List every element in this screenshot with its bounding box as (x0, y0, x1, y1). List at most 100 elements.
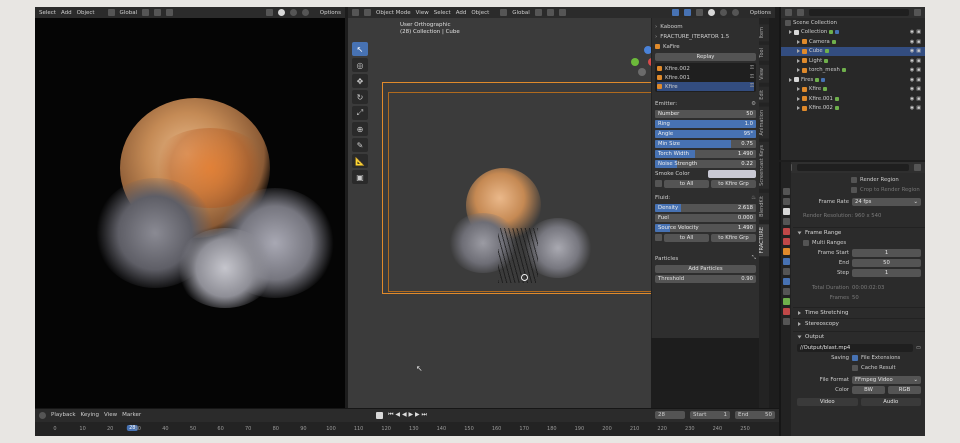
view-menu-timeline[interactable]: View (104, 412, 117, 418)
shading-material-icon[interactable] (289, 9, 297, 16)
record-icon[interactable] (376, 411, 384, 419)
expand-icon[interactable] (797, 231, 802, 235)
list-item[interactable]: Kfire.001 ⚿ (657, 73, 754, 82)
modifier-tab-icon[interactable] (782, 258, 790, 265)
outliner-editor-icon[interactable] (785, 9, 792, 16)
tab-tool[interactable]: Tool (759, 45, 769, 62)
visibility-eye-icon[interactable]: ◉ (910, 58, 914, 64)
fluid-slider-0[interactable]: Density 2.618 (655, 203, 756, 212)
scene-collection-row[interactable]: Scene Collection (781, 18, 925, 28)
tab-view[interactable]: View (759, 65, 769, 83)
tab-edit[interactable]: Edit (759, 86, 769, 103)
render-visibility-icon[interactable]: ▣ (916, 39, 921, 45)
outliner-item[interactable]: Light ◉ ▣ (781, 56, 925, 66)
menu-object-mid[interactable]: Object (471, 10, 489, 16)
xray-icon[interactable] (695, 9, 703, 16)
menu-select[interactable]: Select (39, 10, 56, 16)
scale-tool-icon[interactable]: ⤢ (352, 106, 368, 120)
add-particles-button[interactable]: Add Particles (655, 264, 756, 273)
overlay-toggle-icon[interactable] (683, 9, 691, 16)
snap-icon-mid[interactable] (546, 9, 554, 16)
data-icon[interactable] (831, 39, 836, 44)
material-tab-icon[interactable] (782, 308, 790, 315)
particles-tab-icon[interactable] (782, 268, 790, 275)
proportional-edit-icon[interactable] (166, 9, 174, 16)
render-visibility-icon[interactable]: ▣ (916, 96, 921, 102)
render-tab-icon[interactable] (782, 198, 790, 205)
crop-checkbox[interactable] (851, 187, 857, 193)
list-item[interactable]: Kfire.002 ⚿ (657, 64, 754, 73)
render-region-checkbox[interactable] (851, 177, 857, 183)
fluid-to-all-button[interactable]: to All (664, 233, 709, 242)
expand-icon[interactable] (797, 335, 802, 339)
collapse-icon[interactable]: › (655, 34, 657, 40)
smoke-color-swatch[interactable] (707, 169, 756, 178)
replay-button[interactable]: Replay (655, 52, 756, 61)
tab-blendkit[interactable]: BlendKit (759, 193, 769, 220)
keying-menu[interactable]: Keying (81, 412, 99, 418)
menu-select-mid[interactable]: Select (434, 10, 451, 16)
shading-rendered-icon[interactable] (301, 9, 309, 16)
add-cube-tool-icon[interactable]: ▣ (352, 170, 368, 184)
lock-icon[interactable]: ⚿ (750, 65, 754, 72)
data-icon[interactable] (834, 96, 839, 101)
emitter-settings-icon[interactable]: ⚙ (751, 101, 756, 107)
render-visibility-icon[interactable]: ▣ (916, 58, 921, 64)
outliner-item[interactable]: Kfire.002 ◉ ▣ (781, 104, 925, 114)
data-tab-icon[interactable] (782, 298, 790, 305)
visibility-eye-icon[interactable]: ◉ (910, 48, 914, 54)
frame-range-section[interactable]: Frame Range (805, 230, 841, 236)
emitter-slider-3[interactable]: Min Size 0.75 (655, 139, 756, 148)
expand-icon[interactable] (797, 96, 800, 101)
outliner-search-input[interactable] (809, 9, 909, 16)
expand-icon[interactable] (789, 30, 792, 35)
fire-list[interactable]: Kfire.002 ⚿ Kfire.001 ⚿ Kfire ⚿ (655, 63, 756, 92)
data-icon[interactable] (834, 106, 839, 111)
cache-result-checkbox[interactable] (852, 365, 858, 371)
render-visibility-icon[interactable]: ▣ (916, 48, 921, 54)
color-rgb-button[interactable]: RGB (888, 386, 921, 394)
pivot-icon[interactable] (142, 9, 150, 16)
audio-tab[interactable]: Audio (860, 398, 921, 406)
iterator-panel[interactable]: FRACTURE_ITERATOR 1.5 (660, 34, 729, 40)
shading-rendered-icon-mid[interactable] (731, 9, 739, 16)
output-section[interactable]: Output (805, 334, 824, 340)
visibility-eye-icon[interactable]: ◉ (910, 29, 914, 35)
expand-icon[interactable] (797, 39, 800, 44)
start-frame-field[interactable]: Start 1 (690, 411, 730, 419)
visibility-icon[interactable] (265, 9, 273, 16)
orientation-icon[interactable] (500, 9, 508, 16)
frame-start-field[interactable]: 1 (852, 249, 921, 257)
file-extensions-checkbox[interactable] (852, 355, 858, 361)
visibility-eye-icon[interactable]: ◉ (910, 67, 914, 73)
emitter-slider-5[interactable]: Noise Strength 0.22 (655, 159, 756, 168)
outliner-item[interactable]: Cube ◉ ▣ (781, 46, 925, 56)
rotate-tool-icon[interactable]: ↻ (352, 90, 368, 104)
measure-tool-icon[interactable]: 📐 (352, 154, 368, 168)
kafire-panel[interactable]: KaFire (663, 44, 680, 50)
tool-tab-icon[interactable] (782, 188, 790, 195)
output-path-input[interactable]: //Output/blast.mp4 (797, 344, 913, 352)
emitter-slider-4[interactable]: Torch Width 1.490 (655, 149, 756, 158)
smoke-to-kfire-grp-button[interactable]: to Kfire Grp (711, 179, 756, 188)
render-visibility-icon[interactable]: ▣ (916, 105, 921, 111)
data-icon[interactable] (824, 49, 829, 54)
visibility-eye-icon[interactable]: ◉ (910, 77, 914, 83)
tab-item[interactable]: Item (759, 24, 769, 42)
render-visibility-icon[interactable]: ▣ (916, 67, 921, 73)
scene-tab-icon[interactable] (782, 228, 790, 235)
lock-icon[interactable]: ⚿ (750, 83, 754, 90)
menu-add[interactable]: Add (61, 10, 72, 16)
view-layer-tab-icon[interactable] (782, 218, 790, 225)
list-item[interactable]: Kfire ⚿ (657, 82, 754, 91)
frame-rate-dropdown[interactable]: 24 fps ⌄ (852, 198, 921, 206)
outliner-item[interactable]: Camera ◉ ▣ (781, 37, 925, 47)
data-icon[interactable] (823, 87, 828, 92)
transform-orientation-icon[interactable] (107, 9, 115, 16)
include-checkbox[interactable] (835, 30, 840, 35)
emitter-slider-0[interactable]: Number 50 (655, 109, 756, 118)
world-tab-icon[interactable] (782, 238, 790, 245)
fluid-slider-1[interactable]: Fuel 0.000 (655, 213, 756, 222)
tab-fracture[interactable]: FRACTURE (759, 223, 769, 257)
particles-icon[interactable]: ⤡ (752, 255, 756, 262)
